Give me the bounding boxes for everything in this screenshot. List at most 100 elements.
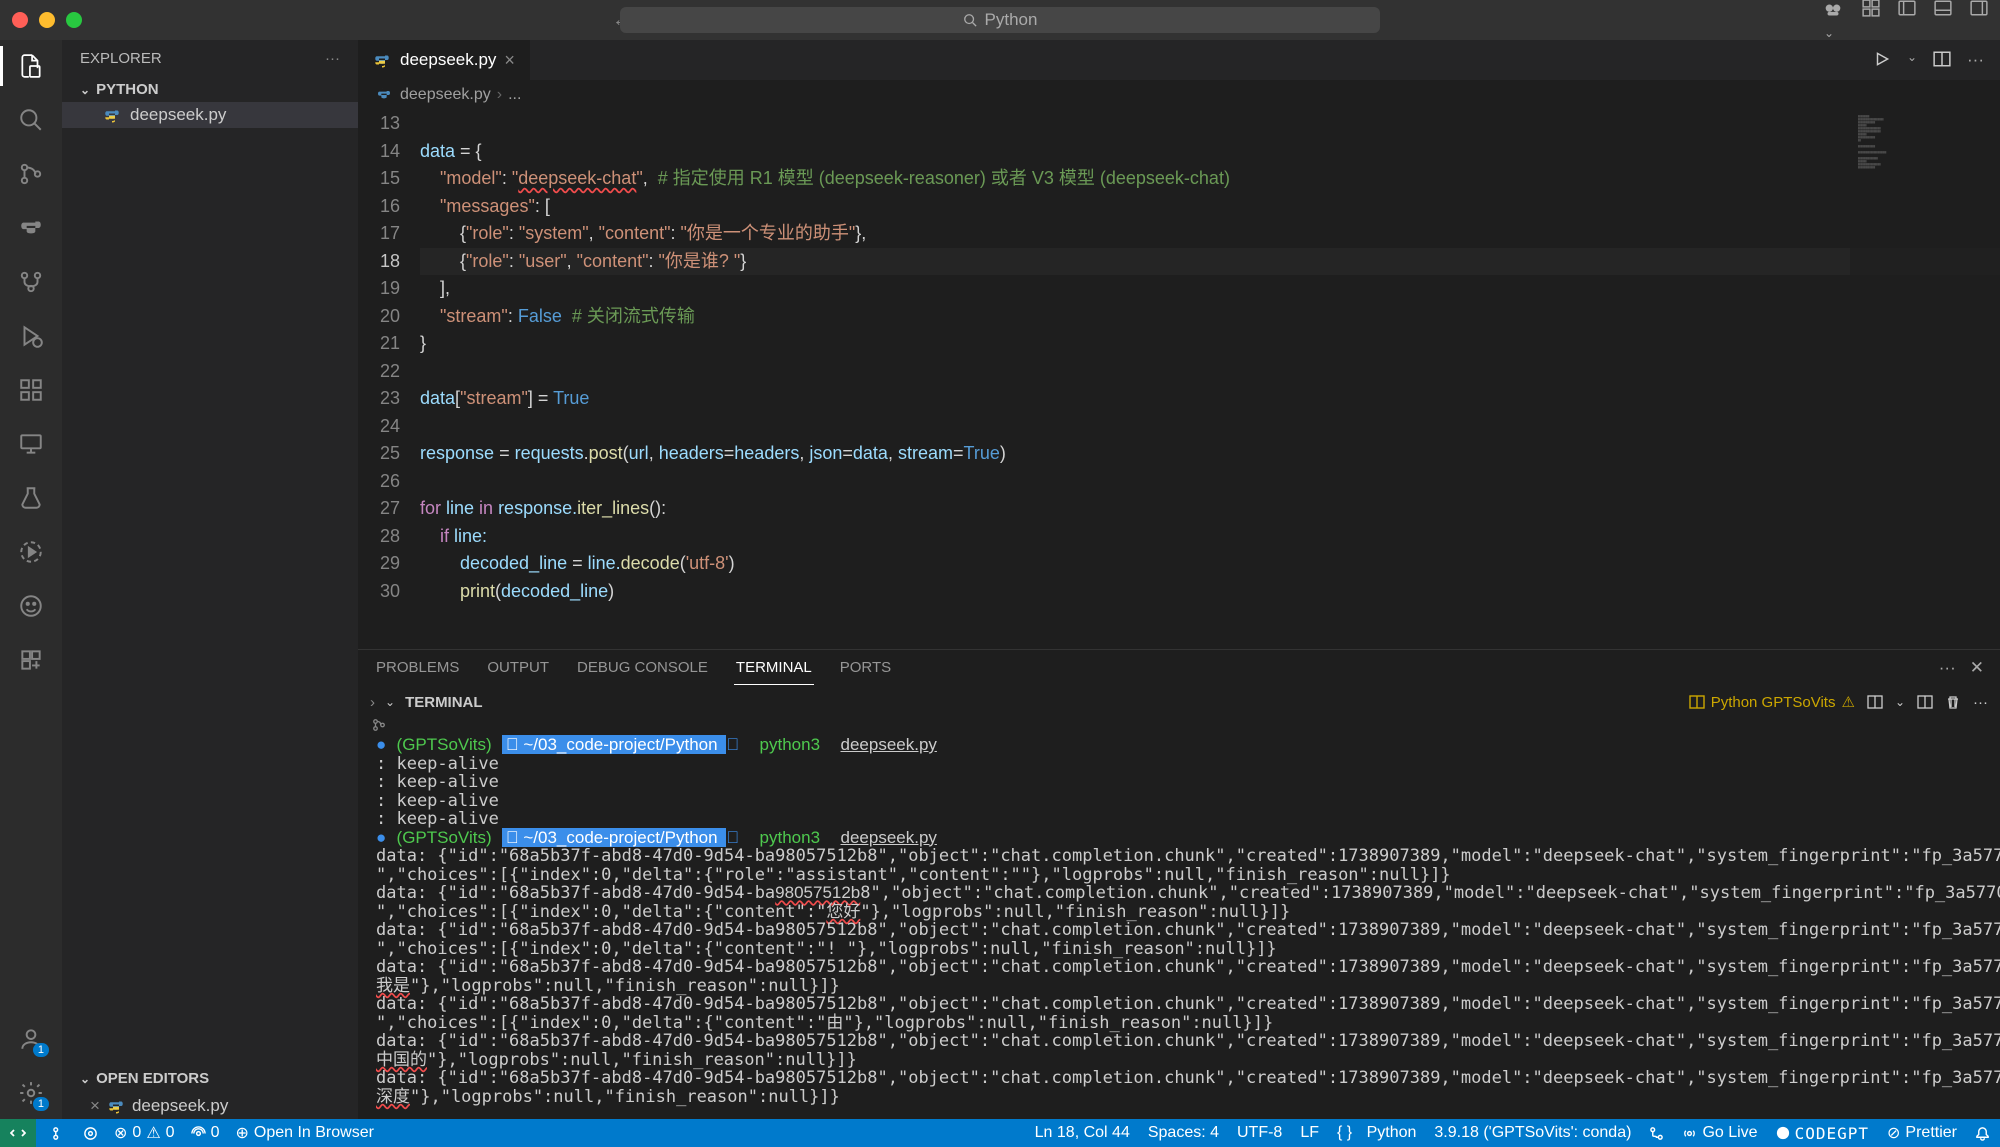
- split-terminal-icon[interactable]: [1867, 694, 1883, 710]
- remote-indicator[interactable]: [0, 1119, 36, 1147]
- code-editor[interactable]: 131415161718192021222324252627282930 dat…: [358, 110, 2000, 649]
- breadcrumb-file: deepseek.py: [400, 86, 491, 104]
- activity-bar: 1 1: [0, 40, 62, 1119]
- kill-terminal-icon[interactable]: [1945, 694, 1961, 710]
- python-file-icon: [374, 85, 394, 105]
- encoding-status[interactable]: UTF-8: [1237, 1124, 1282, 1142]
- split-editor-icon[interactable]: [1933, 50, 1951, 70]
- search-activity-icon[interactable]: [15, 104, 47, 136]
- git-graph-status[interactable]: [1649, 1126, 1664, 1141]
- chevron-down-icon[interactable]: ⌄: [385, 695, 395, 709]
- minimap[interactable]: ████████████████████████████████████████…: [1850, 110, 2000, 649]
- chevron-right-icon[interactable]: ›: [370, 694, 375, 711]
- statusbar: ⊗0 ⚠0 0 ⊕Open In Browser Ln 18, Col 44 S…: [0, 1119, 2000, 1147]
- toggle-sidebar-icon[interactable]: [1898, 0, 1916, 42]
- source-control-activity-icon[interactable]: [15, 158, 47, 190]
- python-env-activity-icon[interactable]: [15, 212, 47, 244]
- extensions-activity-icon[interactable]: [15, 374, 47, 406]
- ports-status[interactable]: [83, 1126, 98, 1141]
- run-dropdown-icon[interactable]: ⌄: [1907, 50, 1917, 70]
- titlebar: ← → Python ⌄: [0, 0, 2000, 40]
- indentation-status[interactable]: Spaces: 4: [1148, 1124, 1219, 1142]
- search-text: Python: [985, 10, 1038, 30]
- terminal-name[interactable]: Python GPTSoVits ⚠: [1689, 693, 1855, 711]
- file-item[interactable]: deepseek.py: [62, 102, 358, 128]
- panel-tab-ports[interactable]: PORTS: [838, 651, 893, 684]
- copilot-icon[interactable]: ⌄: [1822, 0, 1844, 42]
- warning-icon: ⚠: [1841, 693, 1854, 711]
- codegpt-status[interactable]: CODEGPT: [1776, 1124, 1869, 1143]
- close-window-button[interactable]: [12, 12, 28, 28]
- minimize-window-button[interactable]: [39, 12, 55, 28]
- forwarded-ports-status[interactable]: 0: [191, 1124, 220, 1142]
- terminal-section-label: TERMINAL: [405, 694, 483, 711]
- run-debug-activity-icon[interactable]: [15, 320, 47, 352]
- settings-activity-icon[interactable]: 1: [15, 1077, 47, 1109]
- python-file-icon: [102, 105, 122, 125]
- explorer-activity-icon[interactable]: [15, 50, 47, 82]
- window-controls: [12, 12, 82, 28]
- breadcrumbs[interactable]: deepseek.py › ...: [358, 80, 2000, 110]
- terminal-output[interactable]: ● (GPTSoVits)  ~/03_code-project/Python…: [358, 732, 2000, 1119]
- panel-tab-problems[interactable]: PROBLEMS: [374, 651, 461, 684]
- chevron-down-icon: ⌄: [80, 1072, 90, 1086]
- tab-deepseek[interactable]: deepseek.py ×: [358, 40, 530, 80]
- maximize-window-button[interactable]: [66, 12, 82, 28]
- accounts-badge: 1: [33, 1043, 49, 1057]
- editor-more-icon[interactable]: ···: [1967, 50, 1984, 70]
- project-folder-header[interactable]: ⌄ PYTHON: [62, 77, 358, 102]
- breadcrumb-more: ...: [508, 86, 521, 104]
- tab-label: deepseek.py: [400, 50, 496, 70]
- file-name: deepseek.py: [130, 105, 226, 125]
- panel-tab-debug-console[interactable]: DEBUG CONSOLE: [575, 651, 710, 684]
- panel-more-icon[interactable]: ···: [1939, 658, 1956, 678]
- go-live-status[interactable]: Go Live: [1682, 1124, 1757, 1142]
- problems-status[interactable]: ⊗0 ⚠0: [114, 1123, 175, 1143]
- python-file-icon: [372, 50, 392, 70]
- remote-explorer-activity-icon[interactable]: [15, 428, 47, 460]
- python-file-icon: [106, 1096, 126, 1116]
- eol-status[interactable]: LF: [1300, 1124, 1319, 1142]
- search-icon: [963, 13, 977, 27]
- open-editors-label: OPEN EDITORS: [96, 1070, 209, 1087]
- python-interpreter-status[interactable]: 3.9.18 ('GPTSoVits': conda): [1434, 1124, 1631, 1142]
- panel-close-icon[interactable]: ✕: [1970, 658, 1984, 678]
- layout-customize-icon[interactable]: [1862, 0, 1880, 42]
- sidebar-title: EXPLORER: [80, 50, 162, 67]
- bottom-panel: PROBLEMS OUTPUT DEBUG CONSOLE TERMINAL PORTS…: [358, 649, 2000, 1119]
- sidebar-more-icon[interactable]: ···: [325, 50, 340, 67]
- explorer-sidebar: EXPLORER ··· ⌄ PYTHON deepseek.py ⌄ OPEN…: [62, 40, 358, 1119]
- panel-tab-output[interactable]: OUTPUT: [485, 651, 551, 684]
- project-name: PYTHON: [96, 81, 159, 98]
- run-button[interactable]: [1873, 50, 1891, 70]
- settings-badge: 1: [33, 1097, 49, 1111]
- command-center-search[interactable]: Python: [620, 7, 1380, 33]
- toggle-panel-icon[interactable]: [1934, 0, 1952, 42]
- toggle-secondary-sidebar-icon[interactable]: [1970, 0, 1988, 42]
- scm-decoration-icon: [358, 718, 2000, 732]
- split-terminal-icon-2[interactable]: [1917, 694, 1933, 710]
- notifications-status[interactable]: [1975, 1126, 1990, 1141]
- prettier-status[interactable]: ⊘Prettier: [1887, 1123, 1957, 1143]
- chevron-down-icon: ⌄: [80, 83, 90, 97]
- open-editor-item[interactable]: × deepseek.py: [62, 1093, 358, 1119]
- file-name: deepseek.py: [132, 1096, 228, 1116]
- gitlens-status[interactable]: [52, 1126, 67, 1141]
- references-activity-icon[interactable]: [15, 644, 47, 676]
- editor-tabs: deepseek.py × ⌄ ···: [358, 40, 2000, 80]
- terminal-dropdown-icon[interactable]: ⌄: [1895, 695, 1905, 709]
- accounts-activity-icon[interactable]: 1: [15, 1023, 47, 1055]
- language-mode-status[interactable]: { } Python: [1337, 1124, 1416, 1142]
- open-in-browser-status[interactable]: ⊕Open In Browser: [235, 1123, 373, 1143]
- panel-tab-terminal[interactable]: TERMINAL: [734, 651, 814, 685]
- codegpt-activity-icon[interactable]: [15, 590, 47, 622]
- prompt-dot-icon: ●: [376, 735, 386, 754]
- testing-activity-icon[interactable]: [15, 482, 47, 514]
- docker-activity-icon[interactable]: [15, 536, 47, 568]
- terminal-more-icon[interactable]: ···: [1973, 694, 1988, 711]
- tab-close-icon[interactable]: ×: [504, 50, 515, 71]
- close-icon[interactable]: ×: [90, 1096, 100, 1116]
- gitlens-activity-icon[interactable]: [15, 266, 47, 298]
- cursor-position-status[interactable]: Ln 18, Col 44: [1035, 1124, 1130, 1142]
- open-editors-header[interactable]: ⌄ OPEN EDITORS: [62, 1064, 358, 1093]
